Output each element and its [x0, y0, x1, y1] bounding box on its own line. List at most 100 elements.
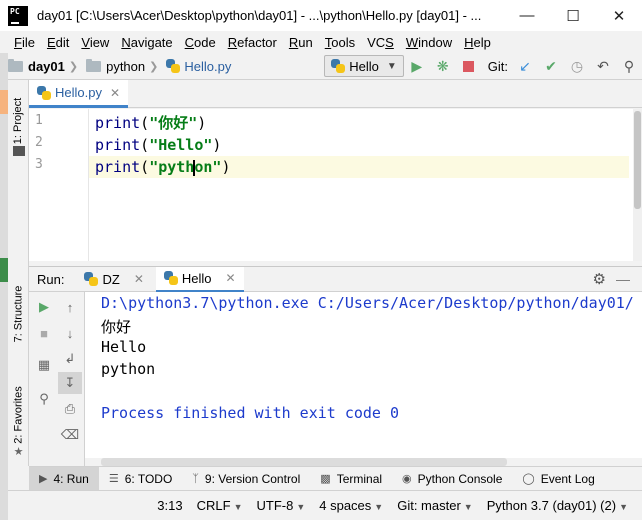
breadcrumb-project[interactable]: day01 ❯: [8, 58, 82, 74]
tab-run-label: 4: Run: [53, 471, 89, 486]
code-editor[interactable]: 1 2 3 print("你好") print("Hello") print("…: [29, 109, 642, 261]
search-everywhere-button[interactable]: ⚲: [616, 55, 642, 77]
checkmark-icon: ✔: [545, 57, 557, 74]
chevron-down-icon: ▼: [463, 502, 473, 512]
menu-refactor[interactable]: Refactor: [222, 35, 283, 50]
bottom-tool-window-bar: ▶ 4: Run ☰ 6: TODO ᛉ 9: Version Control ▩ Te…: [29, 466, 642, 491]
hide-panel-icon[interactable]: —: [616, 271, 630, 287]
debug-button[interactable]: ❋: [430, 55, 456, 77]
pin-icon[interactable]: ⚲: [32, 388, 56, 410]
scroll-to-end-icon[interactable]: ↧: [58, 372, 82, 394]
stop-icon: [463, 60, 475, 72]
bug-icon: ❋: [436, 57, 449, 74]
line-number: 3: [35, 157, 43, 172]
menu-vcs[interactable]: VCS: [361, 35, 400, 50]
run-button[interactable]: ▶: [404, 55, 430, 77]
update-arrow-icon: ↙: [519, 57, 531, 74]
menu-window[interactable]: Window: [400, 35, 458, 50]
tab-todo[interactable]: ☰ 6: TODO: [99, 467, 182, 491]
run-icon: ▶: [39, 473, 48, 485]
run-console[interactable]: D:\python3.7\python.exe C:/Users/Acer/De…: [85, 292, 642, 458]
encoding-widget[interactable]: UTF-8 ▼: [256, 498, 305, 513]
tab-structure-label: 7: Structure: [12, 285, 25, 343]
menu-view[interactable]: View: [75, 35, 115, 50]
code-string: "Hello": [149, 136, 213, 154]
menu-tools[interactable]: Tools: [319, 35, 361, 50]
code-string: on": [194, 158, 222, 176]
indent-widget[interactable]: 4 spaces ▼: [319, 498, 383, 513]
console-output-line: 你好: [101, 318, 132, 336]
breadcrumb-file[interactable]: Hello.py: [166, 59, 231, 74]
run-configuration-select[interactable]: Hello ▼: [324, 55, 404, 77]
tab-python-console[interactable]: ◉ Python Console: [392, 467, 512, 491]
tab-todo-label: 6: TODO: [124, 471, 173, 486]
chevron-down-icon: ▼: [386, 60, 397, 72]
rerun-icon[interactable]: ▶: [32, 296, 56, 318]
menu-file[interactable]: File: [8, 35, 41, 50]
git-history-button[interactable]: ◷: [564, 55, 590, 77]
close-tab-icon[interactable]: ✕: [226, 271, 236, 285]
breadcrumb-label: python: [106, 58, 146, 74]
run-configuration-label: Hello: [349, 58, 379, 74]
line-number: 2: [35, 135, 43, 150]
tab-structure[interactable]: 7: Structure: [8, 276, 29, 352]
breadcrumb-label: Hello.py: [184, 58, 232, 74]
maximize-button[interactable]: ☐: [550, 0, 596, 31]
python-icon: [84, 272, 99, 286]
editor-scrollbar[interactable]: [633, 109, 642, 261]
minimize-button[interactable]: —: [504, 0, 550, 31]
code-function: print: [95, 136, 141, 154]
tab-event-log[interactable]: ◯ Event Log: [512, 467, 604, 491]
stop-run-icon[interactable]: ■: [32, 322, 56, 344]
breadcrumb-folder[interactable]: python ❯: [86, 58, 162, 74]
git-commit-button[interactable]: ✔: [538, 55, 564, 77]
interpreter-widget[interactable]: Python 3.7 (day01) (2) ▼: [487, 498, 628, 513]
tab-hello-py[interactable]: Hello.py ✕: [29, 80, 129, 108]
code-line-current[interactable]: print("python"): [89, 156, 629, 178]
soft-wrap-icon[interactable]: ↲: [58, 348, 82, 370]
menu-code[interactable]: Code: [179, 35, 222, 50]
console-output-line: Hello: [101, 338, 147, 356]
search-icon: ⚲: [623, 57, 635, 74]
menu-run[interactable]: Run: [283, 35, 319, 50]
git-branch-label: Git: master: [397, 498, 461, 513]
code-line[interactable]: print("你好"): [89, 112, 629, 134]
tab-python-console-label: Python Console: [417, 471, 503, 486]
git-branch-widget[interactable]: Git: master ▼: [397, 498, 473, 513]
git-update-button[interactable]: ↙: [512, 55, 538, 77]
background-accent: [0, 258, 8, 282]
git-rollback-button[interactable]: ↶: [590, 55, 616, 77]
layout-icon[interactable]: ▦: [32, 354, 56, 376]
line-separator-widget[interactable]: CRLF ▼: [197, 498, 243, 513]
run-tab-dz[interactable]: DZ ✕: [76, 267, 151, 292]
menu-edit[interactable]: Edit: [41, 35, 75, 50]
stop-button[interactable]: [456, 55, 482, 77]
tab-run[interactable]: ▶ 4: Run: [29, 466, 99, 491]
code-line[interactable]: print("Hello"): [89, 134, 629, 156]
console-horizontal-scrollbar[interactable]: [101, 458, 507, 466]
scroll-up-icon[interactable]: ↑: [58, 296, 82, 318]
terminal-icon: ▩: [320, 473, 331, 485]
menu-help[interactable]: Help: [458, 35, 497, 50]
gear-icon[interactable]: ⚙: [593, 270, 606, 288]
code-string: "你好": [149, 114, 198, 132]
tab-terminal[interactable]: ▩ Terminal: [310, 467, 392, 491]
print-icon[interactable]: ⎙: [58, 398, 82, 420]
console-output-line: python: [101, 360, 156, 378]
run-tab-hello[interactable]: Hello ✕: [155, 266, 244, 292]
tab-version-control[interactable]: ᛉ 9: Version Control: [182, 467, 310, 491]
close-tab-icon[interactable]: ✕: [110, 86, 120, 100]
pycharm-logo-icon: PC: [8, 5, 28, 26]
python-console-icon: ◉: [402, 473, 412, 485]
close-tab-icon[interactable]: ✕: [134, 272, 144, 286]
scroll-down-icon[interactable]: ↓: [58, 322, 82, 344]
scrollbar-thumb[interactable]: [634, 111, 641, 209]
run-tab-label: Hello: [181, 270, 212, 286]
close-window-button[interactable]: ✕: [596, 0, 642, 31]
event-log-icon: ◯: [522, 473, 535, 485]
caret-position[interactable]: 3:13: [157, 498, 182, 513]
chevron-down-icon: ▼: [619, 502, 628, 512]
tab-favorites-label: 2: Favorites: [12, 386, 25, 444]
menu-navigate[interactable]: Navigate: [115, 35, 178, 50]
trash-icon[interactable]: ⌫: [58, 424, 82, 446]
